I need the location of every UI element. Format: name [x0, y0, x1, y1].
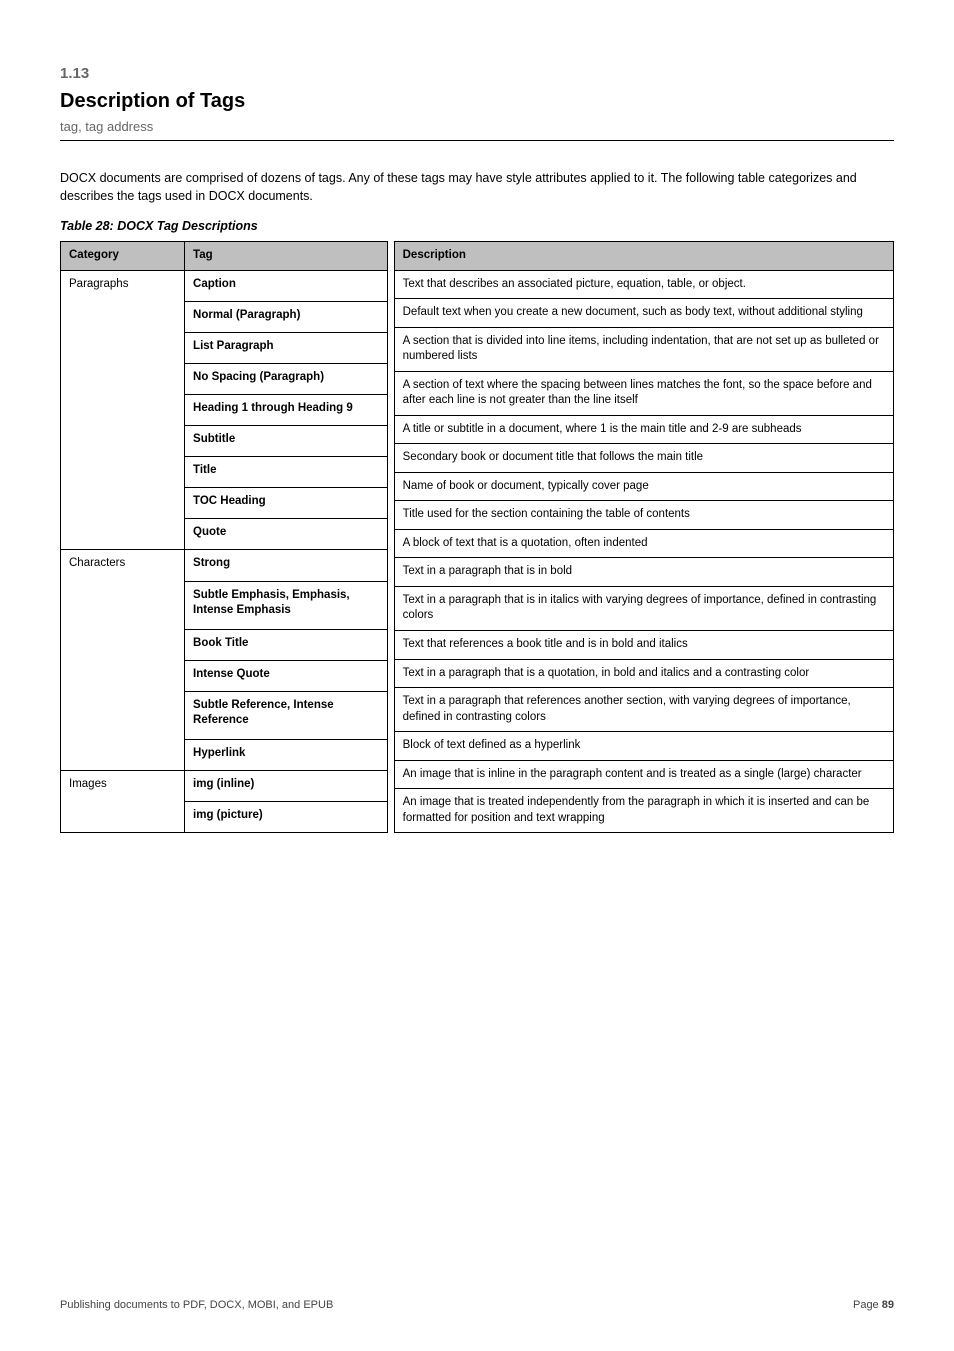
desc-cell: Default text when you create a new docum… — [394, 299, 893, 328]
table-row: A section that is divided into line item… — [394, 327, 893, 371]
section-title: Description of Tags — [60, 90, 894, 113]
table-caption: Table 28: DOCX Tag Descriptions — [60, 219, 894, 233]
table-row: A section of text where the spacing betw… — [394, 371, 893, 415]
tag-cell: Subtle Reference, Intense Reference — [185, 691, 388, 739]
desc-cell: A block of text that is a quotation, oft… — [394, 529, 893, 558]
footer-page-label: Page — [853, 1299, 879, 1311]
footer-left: Publishing documents to PDF, DOCX, MOBI,… — [60, 1299, 333, 1311]
desc-cell: Block of text defined as a hyperlink — [394, 732, 893, 761]
tag-description-table: Category Tag ParagraphsCaption Normal (P… — [60, 241, 894, 833]
footer-right: Page 89 — [853, 1299, 894, 1311]
tag-cell: Caption — [185, 270, 388, 301]
table-row: ParagraphsCaption — [61, 270, 388, 301]
desc-cell: Secondary book or document title that fo… — [394, 444, 893, 473]
col-category-header: Category — [61, 242, 185, 271]
tag-cell: Heading 1 through Heading 9 — [185, 395, 388, 426]
desc-cell: A title or subtitle in a document, where… — [394, 415, 893, 444]
category-cell: Characters — [61, 550, 185, 770]
col-description-header: Description — [394, 242, 893, 271]
tag-cell: List Paragraph — [185, 332, 388, 363]
tag-cell: Subtitle — [185, 426, 388, 457]
tag-cell: Title — [185, 457, 388, 488]
tag-cell: Normal (Paragraph) — [185, 301, 388, 332]
desc-cell: Name of book or document, typically cove… — [394, 472, 893, 501]
desc-cell: A section of text where the spacing betw… — [394, 371, 893, 415]
table-left: Category Tag ParagraphsCaption Normal (P… — [60, 241, 388, 833]
col-tag-header: Tag — [185, 242, 388, 271]
category-cell: Paragraphs — [61, 270, 185, 550]
table-row: Imagesimg (inline) — [61, 770, 388, 801]
table-row: A title or subtitle in a document, where… — [394, 415, 893, 444]
page-number: 89 — [882, 1299, 894, 1311]
desc-cell: Text in a paragraph that is a quotation,… — [394, 659, 893, 688]
tag-cell: Hyperlink — [185, 739, 388, 770]
table-row: Name of book or document, typically cove… — [394, 472, 893, 501]
table-row: Text in a paragraph that is a quotation,… — [394, 659, 893, 688]
desc-cell: Title used for the section containing th… — [394, 501, 893, 530]
tag-cell: Subtle Emphasis, Emphasis, Intense Empha… — [185, 581, 388, 629]
desc-cell: Text in a paragraph that is in italics w… — [394, 586, 893, 630]
table-row: An image that is treated independently f… — [394, 789, 893, 833]
desc-cell: A section that is divided into line item… — [394, 327, 893, 371]
desc-cell: Text in a paragraph that is in bold — [394, 558, 893, 587]
section-number: 1.13 — [60, 65, 894, 82]
tag-cell: Intense Quote — [185, 660, 388, 691]
table-row: An image that is inline in the paragraph… — [394, 760, 893, 789]
table-right: Description Text that describes an assoc… — [394, 241, 894, 833]
table-row: Block of text defined as a hyperlink — [394, 732, 893, 761]
desc-cell: Text that describes an associated pictur… — [394, 270, 893, 299]
table-row: Text in a paragraph that references anot… — [394, 688, 893, 732]
table-row: CharactersStrong — [61, 550, 388, 581]
page-footer: Publishing documents to PDF, DOCX, MOBI,… — [60, 1299, 894, 1311]
section-subtitle: tag, tag address — [60, 119, 894, 134]
intro-paragraph: DOCX documents are comprised of dozens o… — [60, 169, 894, 205]
table-row: Default text when you create a new docum… — [394, 299, 893, 328]
table-row: Text that references a book title and is… — [394, 630, 893, 659]
desc-cell: An image that is treated independently f… — [394, 789, 893, 833]
tag-cell: img (inline) — [185, 770, 388, 801]
table-row: Text in a paragraph that is in italics w… — [394, 586, 893, 630]
tag-cell: img (picture) — [185, 801, 388, 832]
category-cell: Images — [61, 770, 185, 832]
tag-cell: Strong — [185, 550, 388, 581]
section-rule — [60, 140, 894, 141]
table-row: Title used for the section containing th… — [394, 501, 893, 530]
tag-cell: Quote — [185, 519, 388, 550]
tag-cell: TOC Heading — [185, 488, 388, 519]
tag-cell: Book Title — [185, 629, 388, 660]
desc-cell: Text in a paragraph that references anot… — [394, 688, 893, 732]
desc-cell: Text that references a book title and is… — [394, 630, 893, 659]
desc-cell: An image that is inline in the paragraph… — [394, 760, 893, 789]
table-row: Text that describes an associated pictur… — [394, 270, 893, 299]
table-row: A block of text that is a quotation, oft… — [394, 529, 893, 558]
table-row: Secondary book or document title that fo… — [394, 444, 893, 473]
table-row: Text in a paragraph that is in bold — [394, 558, 893, 587]
tag-cell: No Spacing (Paragraph) — [185, 364, 388, 395]
